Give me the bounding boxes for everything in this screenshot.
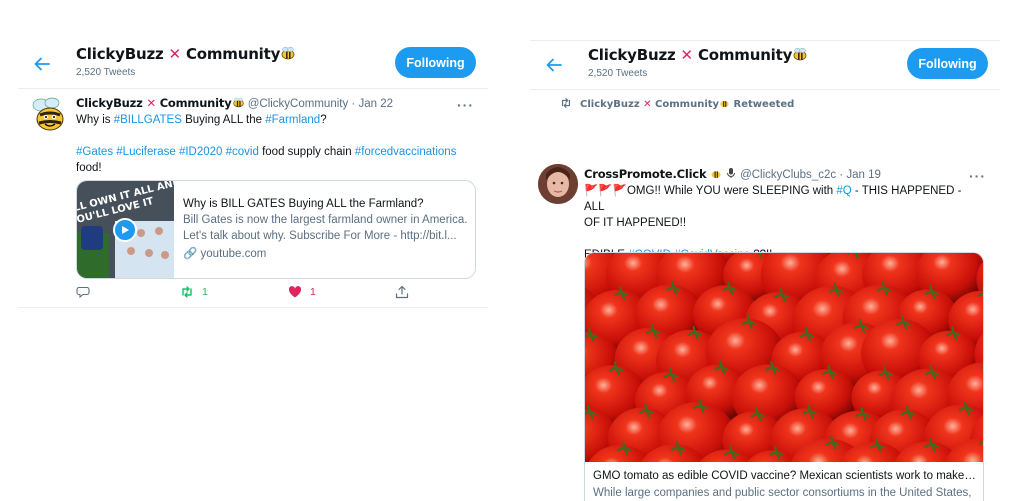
retweet-icon bbox=[182, 286, 192, 298]
profile-header: ClickyBuzz ✕ Community 2,520 Tweets Foll… bbox=[18, 40, 488, 88]
link-card[interactable]: GMO tomato as edible COVID vaccine? Mexi… bbox=[584, 252, 984, 501]
card-domain: 🔗 youtube.com bbox=[183, 248, 267, 260]
title-suffix: Community bbox=[185, 45, 281, 63]
title-text: ClickyBuzz bbox=[588, 46, 676, 64]
display-name[interactable]: ClickyBuzz ✕ Community bbox=[76, 96, 232, 110]
avatar[interactable] bbox=[30, 95, 70, 135]
microphone-icon bbox=[726, 168, 735, 178]
retweeted-by-line[interactable]: ClickyBuzz ✕ Community Retweeted bbox=[560, 97, 794, 110]
bee-icon bbox=[281, 47, 295, 60]
page-title: ClickyBuzz ✕ Community bbox=[76, 45, 296, 63]
left-profile-panel: ClickyBuzz ✕ Community 2,520 Tweets Foll… bbox=[18, 40, 488, 308]
bee-icon bbox=[720, 100, 729, 108]
divider bbox=[530, 89, 1000, 90]
hashtag[interactable]: #ID2020 bbox=[179, 146, 222, 158]
following-button[interactable]: Following bbox=[395, 47, 476, 78]
thumbnail-person bbox=[81, 226, 103, 250]
tweet-count: 2,520 Tweets bbox=[76, 67, 136, 78]
tweet-count: 2,520 Tweets bbox=[588, 68, 648, 79]
retweet-count: 1 bbox=[202, 286, 208, 298]
reply-button[interactable] bbox=[76, 285, 98, 299]
meta-dot: · bbox=[351, 98, 356, 110]
tweet-header: CrossPromote.Click @ClickyClubs_c2c · Ja… bbox=[584, 167, 881, 181]
bee-icon bbox=[711, 171, 721, 178]
red-flag-icon: 🚩 bbox=[598, 185, 613, 197]
user-photo-icon bbox=[538, 164, 578, 204]
red-flag-icon: 🚩 bbox=[584, 185, 599, 197]
tweet-text: 🚩🚩🚩OMG!! While YOU were SLEEPING with #Q… bbox=[584, 183, 984, 263]
hashtag[interactable]: #forcedvaccinations bbox=[355, 146, 457, 158]
share-icon bbox=[395, 285, 409, 299]
hashtag[interactable]: #Farmland bbox=[265, 114, 320, 126]
profile-header: ClickyBuzz ✕ Community 2,520 Tweets Foll… bbox=[530, 41, 1000, 89]
hashtag[interactable]: #Q bbox=[836, 185, 851, 197]
title-suffix: Community bbox=[697, 46, 793, 64]
hashtag[interactable]: #covid bbox=[226, 146, 259, 158]
red-x-icon: ✕ bbox=[146, 96, 156, 110]
bee-icon bbox=[793, 48, 807, 61]
handle[interactable]: @ClickyCommunity bbox=[248, 98, 349, 110]
back-button[interactable] bbox=[28, 50, 56, 78]
bee-avatar-icon bbox=[32, 97, 64, 131]
page-title: ClickyBuzz ✕ Community bbox=[588, 46, 808, 64]
card-image[interactable] bbox=[585, 253, 983, 462]
more-options-icon[interactable]: ··· bbox=[457, 98, 474, 112]
meta-dot: · bbox=[839, 169, 844, 181]
tweet-text: Why is #BILLGATES Buying ALL the #Farmla… bbox=[76, 114, 457, 174]
red-x-icon: ✕ bbox=[680, 46, 694, 64]
tweet-actions: 1 1 bbox=[76, 285, 436, 303]
like-button[interactable]: 1 bbox=[288, 285, 316, 299]
back-button[interactable] bbox=[540, 51, 568, 79]
more-options-icon[interactable]: ··· bbox=[969, 169, 986, 183]
handle[interactable]: @ClickyClubs_c2c bbox=[740, 169, 836, 181]
tweet-header: ClickyBuzz ✕ Community @ClickyCommunity … bbox=[76, 96, 393, 110]
card-description: While large companies and public sector … bbox=[593, 487, 972, 499]
heart-icon bbox=[288, 286, 302, 298]
bee-icon bbox=[232, 97, 244, 108]
card-description: Bill Gates is now the largest farmland o… bbox=[183, 214, 468, 242]
back-arrow-icon bbox=[546, 58, 562, 72]
card-body: GMO tomato as edible COVID vaccine? Mexi… bbox=[593, 470, 977, 501]
back-arrow-icon bbox=[34, 57, 50, 71]
reply-icon bbox=[76, 286, 90, 299]
share-button[interactable] bbox=[395, 285, 409, 299]
tomatoes-image bbox=[585, 253, 983, 462]
title-text: ClickyBuzz bbox=[76, 45, 164, 63]
retweet-button[interactable]: 1 bbox=[180, 285, 208, 299]
red-flag-icon: 🚩 bbox=[612, 185, 627, 197]
divider bbox=[18, 88, 488, 89]
link-icon: 🔗 bbox=[183, 248, 198, 260]
link-card[interactable]: I'LL OWN IT ALL AND YOU'LL LOVE IT Why i… bbox=[76, 180, 476, 279]
hashtag[interactable]: #BILLGATES bbox=[114, 114, 182, 126]
play-icon[interactable] bbox=[113, 218, 137, 242]
following-button[interactable]: Following bbox=[907, 48, 988, 79]
right-profile-panel: ClickyBuzz ✕ Community 2,520 Tweets Foll… bbox=[530, 40, 1000, 501]
hashtag[interactable]: #Gates bbox=[76, 146, 113, 158]
card-title: GMO tomato as edible COVID vaccine? Mexi… bbox=[593, 470, 977, 482]
avatar[interactable] bbox=[538, 164, 578, 204]
card-body: Why is BILL GATES Buying ALL the Farmlan… bbox=[183, 198, 469, 260]
tweet-date[interactable]: Jan 22 bbox=[358, 98, 393, 110]
like-count: 1 bbox=[310, 286, 316, 298]
video-thumbnail[interactable]: I'LL OWN IT ALL AND YOU'LL LOVE IT bbox=[77, 181, 174, 278]
tweet-date[interactable]: Jan 19 bbox=[846, 169, 881, 181]
display-name[interactable]: CrossPromote.Click bbox=[584, 167, 707, 181]
hashtag[interactable]: #Luciferase bbox=[116, 146, 175, 158]
red-x-icon: ✕ bbox=[643, 99, 652, 110]
card-title: Why is BILL GATES Buying ALL the Farmlan… bbox=[183, 198, 424, 210]
red-x-icon: ✕ bbox=[168, 45, 182, 63]
retweet-icon bbox=[561, 98, 571, 108]
